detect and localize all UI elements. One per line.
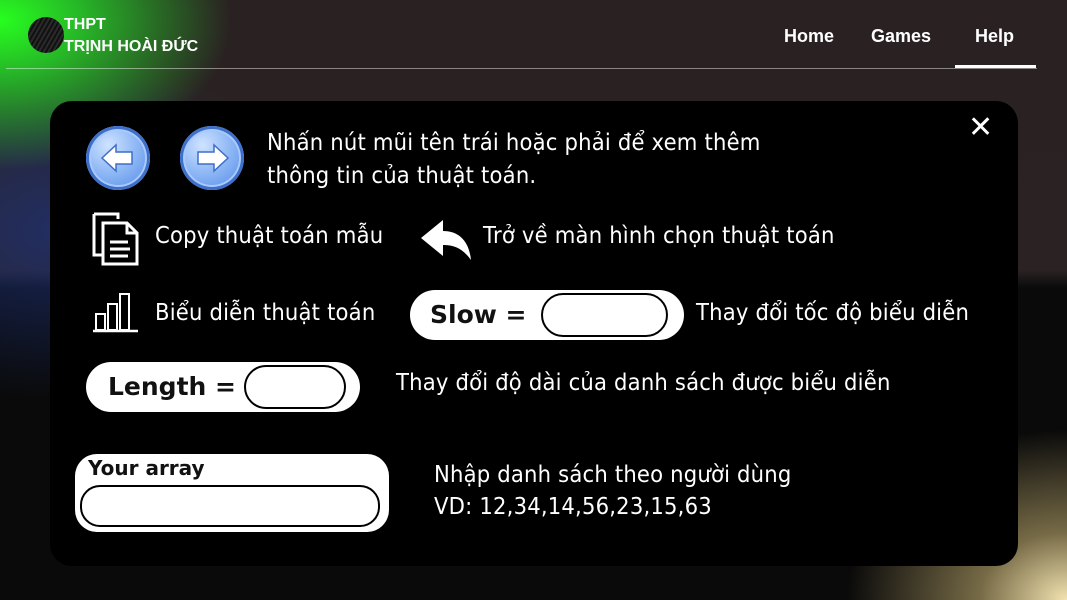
arrow-right-icon[interactable] xyxy=(180,126,244,190)
nav-help[interactable]: Help xyxy=(975,26,1014,47)
school-logo xyxy=(28,17,64,53)
length-input[interactable] xyxy=(244,365,348,409)
array-input[interactable] xyxy=(80,485,382,527)
arrows-help-line-1: Nhấn nút mũi tên trái hoặc phải để xem t… xyxy=(267,130,761,156)
reply-back-icon xyxy=(419,218,473,266)
length-help-text: Thay đổi độ dài của danh sách được biểu … xyxy=(396,370,891,396)
slow-input[interactable] xyxy=(541,293,670,337)
back-help-text: Trở về màn hình chọn thuật toán xyxy=(483,223,835,249)
brand: THPT TRỊNH HOÀI ĐỨC xyxy=(64,14,198,58)
close-icon[interactable]: ✕ xyxy=(968,110,993,145)
bar-chart-icon xyxy=(92,290,140,338)
slow-label: Slow = xyxy=(430,300,527,329)
slow-help-text: Thay đổi tốc độ biểu diễn xyxy=(696,300,970,326)
header-divider xyxy=(6,68,1037,69)
array-help-line-2: VD: 12,34,14,56,23,15,63 xyxy=(434,494,712,520)
slow-input-field[interactable] xyxy=(543,295,670,337)
brand-line-2: TRỊNH HOÀI ĐỨC xyxy=(64,38,199,55)
array-label: Your array xyxy=(88,456,205,480)
copy-help-text: Copy thuật toán mẫu xyxy=(155,223,384,249)
arrows-help-line-2: thông tin của thuật toán. xyxy=(267,163,537,189)
nav-home[interactable]: Home xyxy=(784,26,834,47)
array-input-field[interactable] xyxy=(82,487,382,527)
nav-games[interactable]: Games xyxy=(871,26,931,47)
length-input-field[interactable] xyxy=(246,367,348,409)
arrow-left-icon[interactable] xyxy=(86,126,150,190)
visualize-help-text: Biểu diễn thuật toán xyxy=(155,300,376,326)
copy-icon xyxy=(91,211,141,271)
array-help-line-1: Nhập danh sách theo người dùng xyxy=(434,462,792,488)
length-label: Length = xyxy=(108,372,236,401)
brand-line-1: THPT xyxy=(64,16,106,33)
